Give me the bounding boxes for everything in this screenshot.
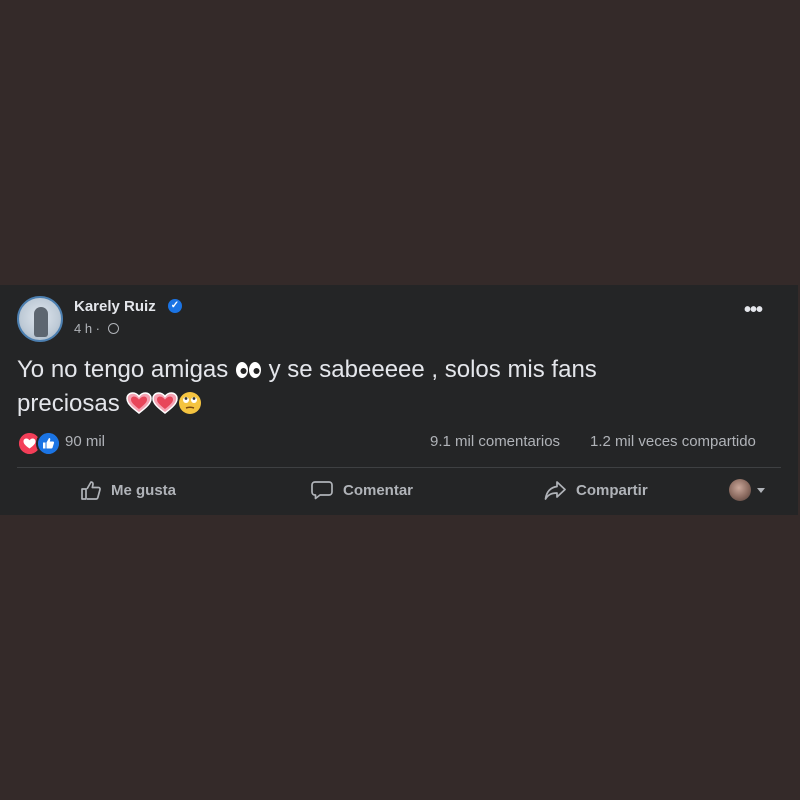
rolling-eyes-emoji-icon [179,392,202,414]
verified-badge-icon: ✓ [168,299,182,313]
avatar-figure [34,307,48,337]
post-timestamp[interactable]: 4 h · [74,321,100,336]
post-text-part1: Yo no tengo amigas [17,356,229,383]
post-text: Yo no tengo amigas y se sabeeeee , solos… [17,353,717,421]
globe-icon [108,323,119,334]
like-reaction-icon [36,431,61,456]
author-avatar[interactable] [17,296,63,342]
share-icon [544,481,566,500]
post-text-part3: preciosas [17,390,120,417]
shares-count[interactable]: 1.2 mil veces compartido [590,433,756,450]
comment-icon [311,481,333,500]
post-text-part2: y se sabeeeee , solos mis fans [268,356,597,383]
chevron-down-icon[interactable] [757,488,765,493]
thumbs-up-icon [81,481,101,500]
comments-count[interactable]: 9.1 mil comentarios [430,433,560,450]
audience-avatar[interactable] [729,479,751,501]
post-card: Karely Ruiz ✓ 4 h · ••• Yo no tengo amig… [0,285,798,515]
more-options-icon[interactable]: ••• [744,300,763,320]
reaction-icons[interactable] [17,431,61,456]
reaction-count[interactable]: 90 mil [65,433,105,450]
heart-emoji-icon [152,392,179,414]
share-button-label: Compartir [576,482,648,499]
like-button-label: Me gusta [111,482,177,499]
divider [17,467,781,468]
comment-button-label: Comentar [343,482,414,499]
heart-emoji-icon [126,392,153,414]
eyes-emoji-icon [235,362,261,378]
author-name[interactable]: Karely Ruiz [74,298,156,315]
